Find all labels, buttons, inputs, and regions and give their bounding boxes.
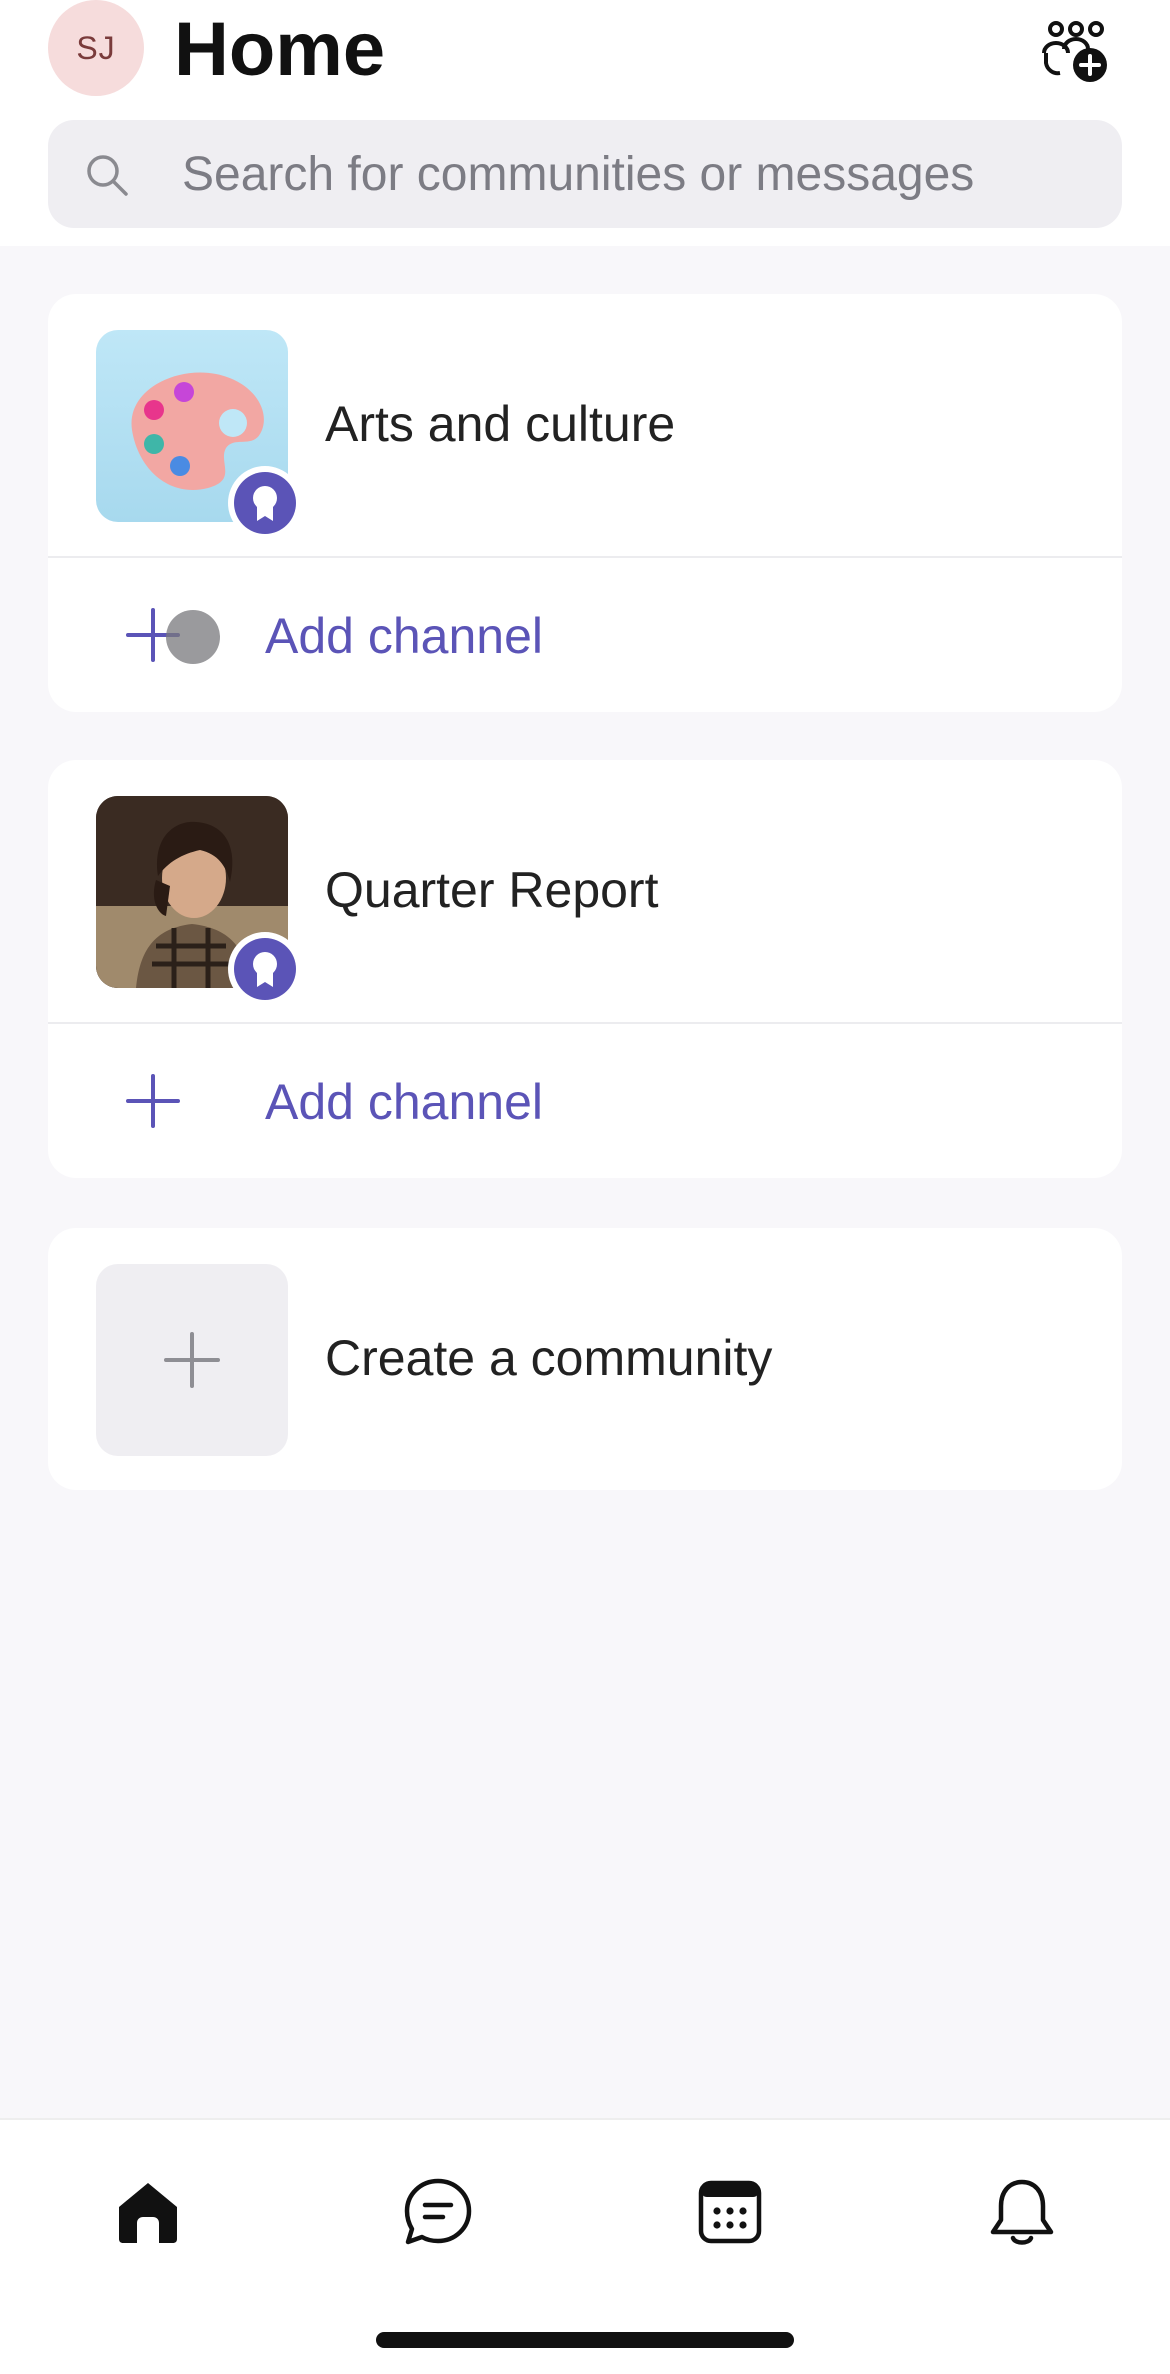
add-channel-button[interactable]: Add channel <box>48 558 1122 712</box>
award-badge <box>228 932 302 1006</box>
award-ribbon-icon <box>253 486 277 521</box>
tab-chat[interactable] <box>390 2164 486 2260</box>
add-channel-label: Add channel <box>265 608 544 664</box>
create-community-button[interactable]: Create a community <box>48 1228 1122 1490</box>
create-community-tile <box>96 1264 288 1456</box>
plus-icon <box>126 1074 180 1128</box>
tab-home[interactable] <box>100 2164 196 2260</box>
new-community-button[interactable] <box>1036 14 1116 90</box>
tab-notifications[interactable] <box>974 2164 1070 2260</box>
community-row[interactable]: Arts and culture <box>48 294 1122 556</box>
touch-indicator <box>166 610 220 664</box>
plus-icon <box>164 1332 220 1388</box>
user-avatar[interactable]: SJ <box>48 0 144 96</box>
home-icon <box>119 2183 177 2243</box>
award-ribbon-icon <box>253 952 277 987</box>
create-community-label: Create a community <box>325 1330 773 1386</box>
home-indicator <box>376 2332 794 2348</box>
community-card: Arts and culture Add channel <box>48 294 1122 712</box>
community-name: Quarter Report <box>325 862 659 918</box>
header: SJ Home <box>0 0 1170 246</box>
chat-icon <box>404 2178 472 2245</box>
award-badge <box>228 466 302 540</box>
bell-icon <box>990 2179 1054 2245</box>
add-channel-button[interactable]: Add channel <box>48 1024 1122 1178</box>
page-title: Home <box>174 7 386 92</box>
community-name: Arts and culture <box>325 396 676 452</box>
community-card: Quarter Report Add channel <box>48 760 1122 1178</box>
community-row[interactable]: Quarter Report <box>48 760 1122 1022</box>
avatar-initials: SJ <box>76 29 116 66</box>
calendar-icon <box>698 2180 762 2244</box>
search-icon <box>87 155 128 196</box>
add-channel-label: Add channel <box>265 1074 544 1130</box>
search-input[interactable] <box>182 120 1082 228</box>
tab-calendar[interactable] <box>682 2164 778 2260</box>
people-add-icon <box>1042 21 1107 82</box>
home-screen: SJ Home Search for communities or messag… <box>0 0 1170 2374</box>
search-bar[interactable] <box>48 120 1122 228</box>
